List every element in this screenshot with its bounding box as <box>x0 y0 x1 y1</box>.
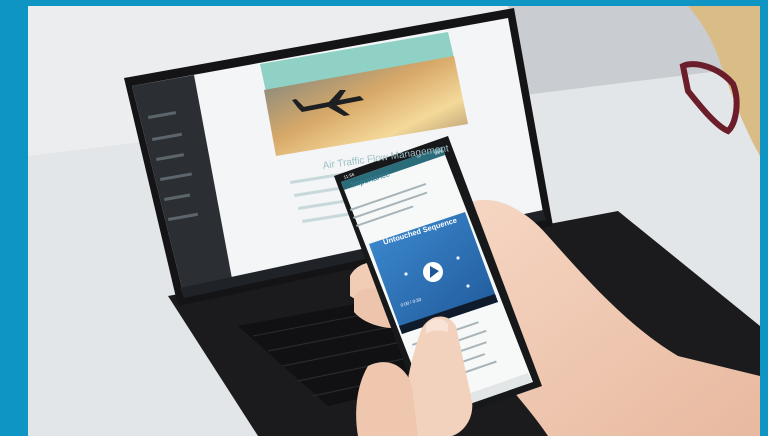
photo-frame: Air Traffic Flow Management 11:56 83% Im… <box>28 6 760 436</box>
photo-scene <box>28 6 760 436</box>
